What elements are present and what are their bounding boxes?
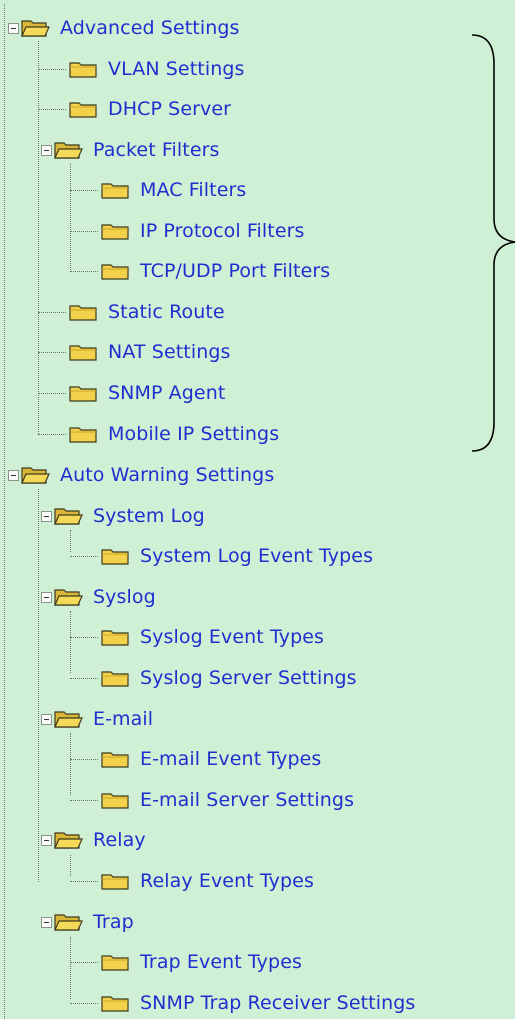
tree-node-label: Relay Event Types (140, 870, 314, 892)
tree-node-snmp-agent[interactable]: SNMP Agent (37, 373, 226, 413)
tree-node-label: Syslog Server Settings (140, 667, 357, 689)
tree-node-label: VLAN Settings (108, 58, 245, 80)
tree-node-snmp-trap-receiver-settings[interactable]: SNMP Trap Receiver Settings (69, 983, 416, 1023)
folder-icon (100, 993, 130, 1013)
tree-node-packet-filters[interactable]: Packet Filters (41, 130, 220, 170)
tree-node-email-server-settings[interactable]: E-mail Server Settings (69, 780, 355, 820)
folder-icon (68, 302, 98, 322)
tree-node-label: NAT Settings (108, 341, 231, 363)
tree-connector-line (38, 41, 39, 434)
tree-node-system-log[interactable]: System Log (41, 496, 205, 536)
tree-node-label: Relay (93, 829, 146, 851)
tree-node-label: TCP/UDP Port Filters (140, 260, 331, 282)
folder-open-icon (53, 912, 83, 932)
collapse-toggle-icon[interactable] (41, 713, 52, 725)
folder-icon (100, 790, 130, 810)
grouping-brace-annotation (471, 34, 516, 452)
tree-node-dhcp-server[interactable]: DHCP Server (37, 89, 232, 129)
folder-open-icon (20, 18, 50, 38)
tree-node-email-event-types[interactable]: E-mail Event Types (69, 739, 322, 779)
tree-node-label: Syslog Event Types (140, 626, 325, 648)
tree-node-auto-warning-settings[interactable]: Auto Warning Settings (8, 455, 274, 495)
folder-icon (100, 749, 130, 769)
folder-icon (68, 424, 98, 444)
tree-node-ip-protocol-filters[interactable]: IP Protocol Filters (70, 211, 305, 251)
tree-node-nat-settings[interactable]: NAT Settings (38, 332, 231, 372)
folder-icon (100, 668, 130, 688)
tree-connector-line (70, 163, 71, 270)
tree-node-mobile-ip-settings[interactable]: Mobile IP Settings (37, 414, 280, 454)
folder-icon (68, 383, 98, 403)
tree-node-label: E-mail Server Settings (140, 789, 355, 811)
tree-node-label: Packet Filters (93, 139, 220, 161)
folder-icon (100, 221, 130, 241)
tree-node-advanced-settings[interactable]: Advanced Settings (8, 8, 240, 48)
tree-node-mac-filters[interactable]: MAC Filters (69, 170, 247, 210)
folder-icon (68, 99, 98, 119)
tree-node-trap-event-types[interactable]: Trap Event Types (70, 942, 302, 982)
tree-node-label: SNMP Agent (108, 382, 226, 404)
tree-node-label: MAC Filters (140, 179, 247, 201)
folder-icon (68, 59, 98, 79)
folder-open-icon (53, 830, 83, 850)
tree-node-label: Trap Event Types (140, 951, 302, 973)
folder-icon (100, 180, 130, 200)
folder-icon (100, 627, 130, 647)
tree-node-static-route[interactable]: Static Route (38, 292, 225, 332)
collapse-toggle-icon[interactable] (41, 834, 52, 846)
tree-node-label: Trap (93, 911, 134, 933)
tree-connector-line (70, 937, 71, 999)
tree-node-email[interactable]: E-mail (41, 699, 153, 739)
tree-node-syslog-event-types[interactable]: Syslog Event Types (69, 617, 325, 657)
tree-connector-line (38, 489, 39, 882)
folder-open-icon (53, 506, 83, 526)
collapse-toggle-icon[interactable] (41, 916, 52, 928)
tree-node-system-log-event-types[interactable]: System Log Event Types (69, 536, 374, 576)
tree-node-label: IP Protocol Filters (140, 220, 305, 242)
folder-open-icon (20, 465, 50, 485)
tree-node-trap[interactable]: Trap (41, 902, 134, 942)
navigation-tree-panel: Advanced Settings VLAN Settings DHCP Ser… (0, 0, 516, 1019)
tree-node-label: Syslog (93, 586, 156, 608)
tree-node-label: SNMP Trap Receiver Settings (140, 992, 416, 1014)
folder-icon (100, 261, 130, 281)
folder-icon (100, 871, 130, 891)
collapse-toggle-icon[interactable] (41, 591, 52, 603)
tree-connector-line (70, 611, 71, 673)
collapse-toggle-icon[interactable] (8, 469, 19, 481)
folder-icon (68, 342, 98, 362)
tree-node-label: System Log Event Types (140, 545, 374, 567)
tree-node-syslog-server-settings[interactable]: Syslog Server Settings (70, 658, 357, 698)
tree-node-label: Mobile IP Settings (108, 423, 280, 445)
tree-node-relay-event-types[interactable]: Relay Event Types (70, 861, 314, 901)
tree-node-tcp-udp-port-filters[interactable]: TCP/UDP Port Filters (69, 251, 331, 291)
folder-icon (100, 546, 130, 566)
tree-node-syslog[interactable]: Syslog (41, 577, 156, 617)
collapse-toggle-icon[interactable] (41, 510, 52, 522)
folder-open-icon (53, 709, 83, 729)
tree-node-label: DHCP Server (108, 98, 232, 120)
folder-icon (100, 952, 130, 972)
collapse-toggle-icon[interactable] (8, 22, 19, 34)
tree-node-relay[interactable]: Relay (41, 820, 146, 860)
tree-node-vlan-settings[interactable]: VLAN Settings (38, 49, 245, 89)
tree-node-label: E-mail Event Types (140, 748, 322, 770)
tree-node-label: E-mail (93, 708, 154, 730)
folder-open-icon (53, 587, 83, 607)
tree-node-label: Advanced Settings (60, 17, 240, 39)
tree-node-label: System Log (93, 505, 205, 527)
collapse-toggle-icon[interactable] (41, 144, 52, 156)
tree-connector-line (70, 733, 71, 795)
tree-node-label: Static Route (108, 301, 225, 323)
folder-open-icon (53, 140, 83, 160)
tree-node-label: Auto Warning Settings (60, 464, 275, 486)
